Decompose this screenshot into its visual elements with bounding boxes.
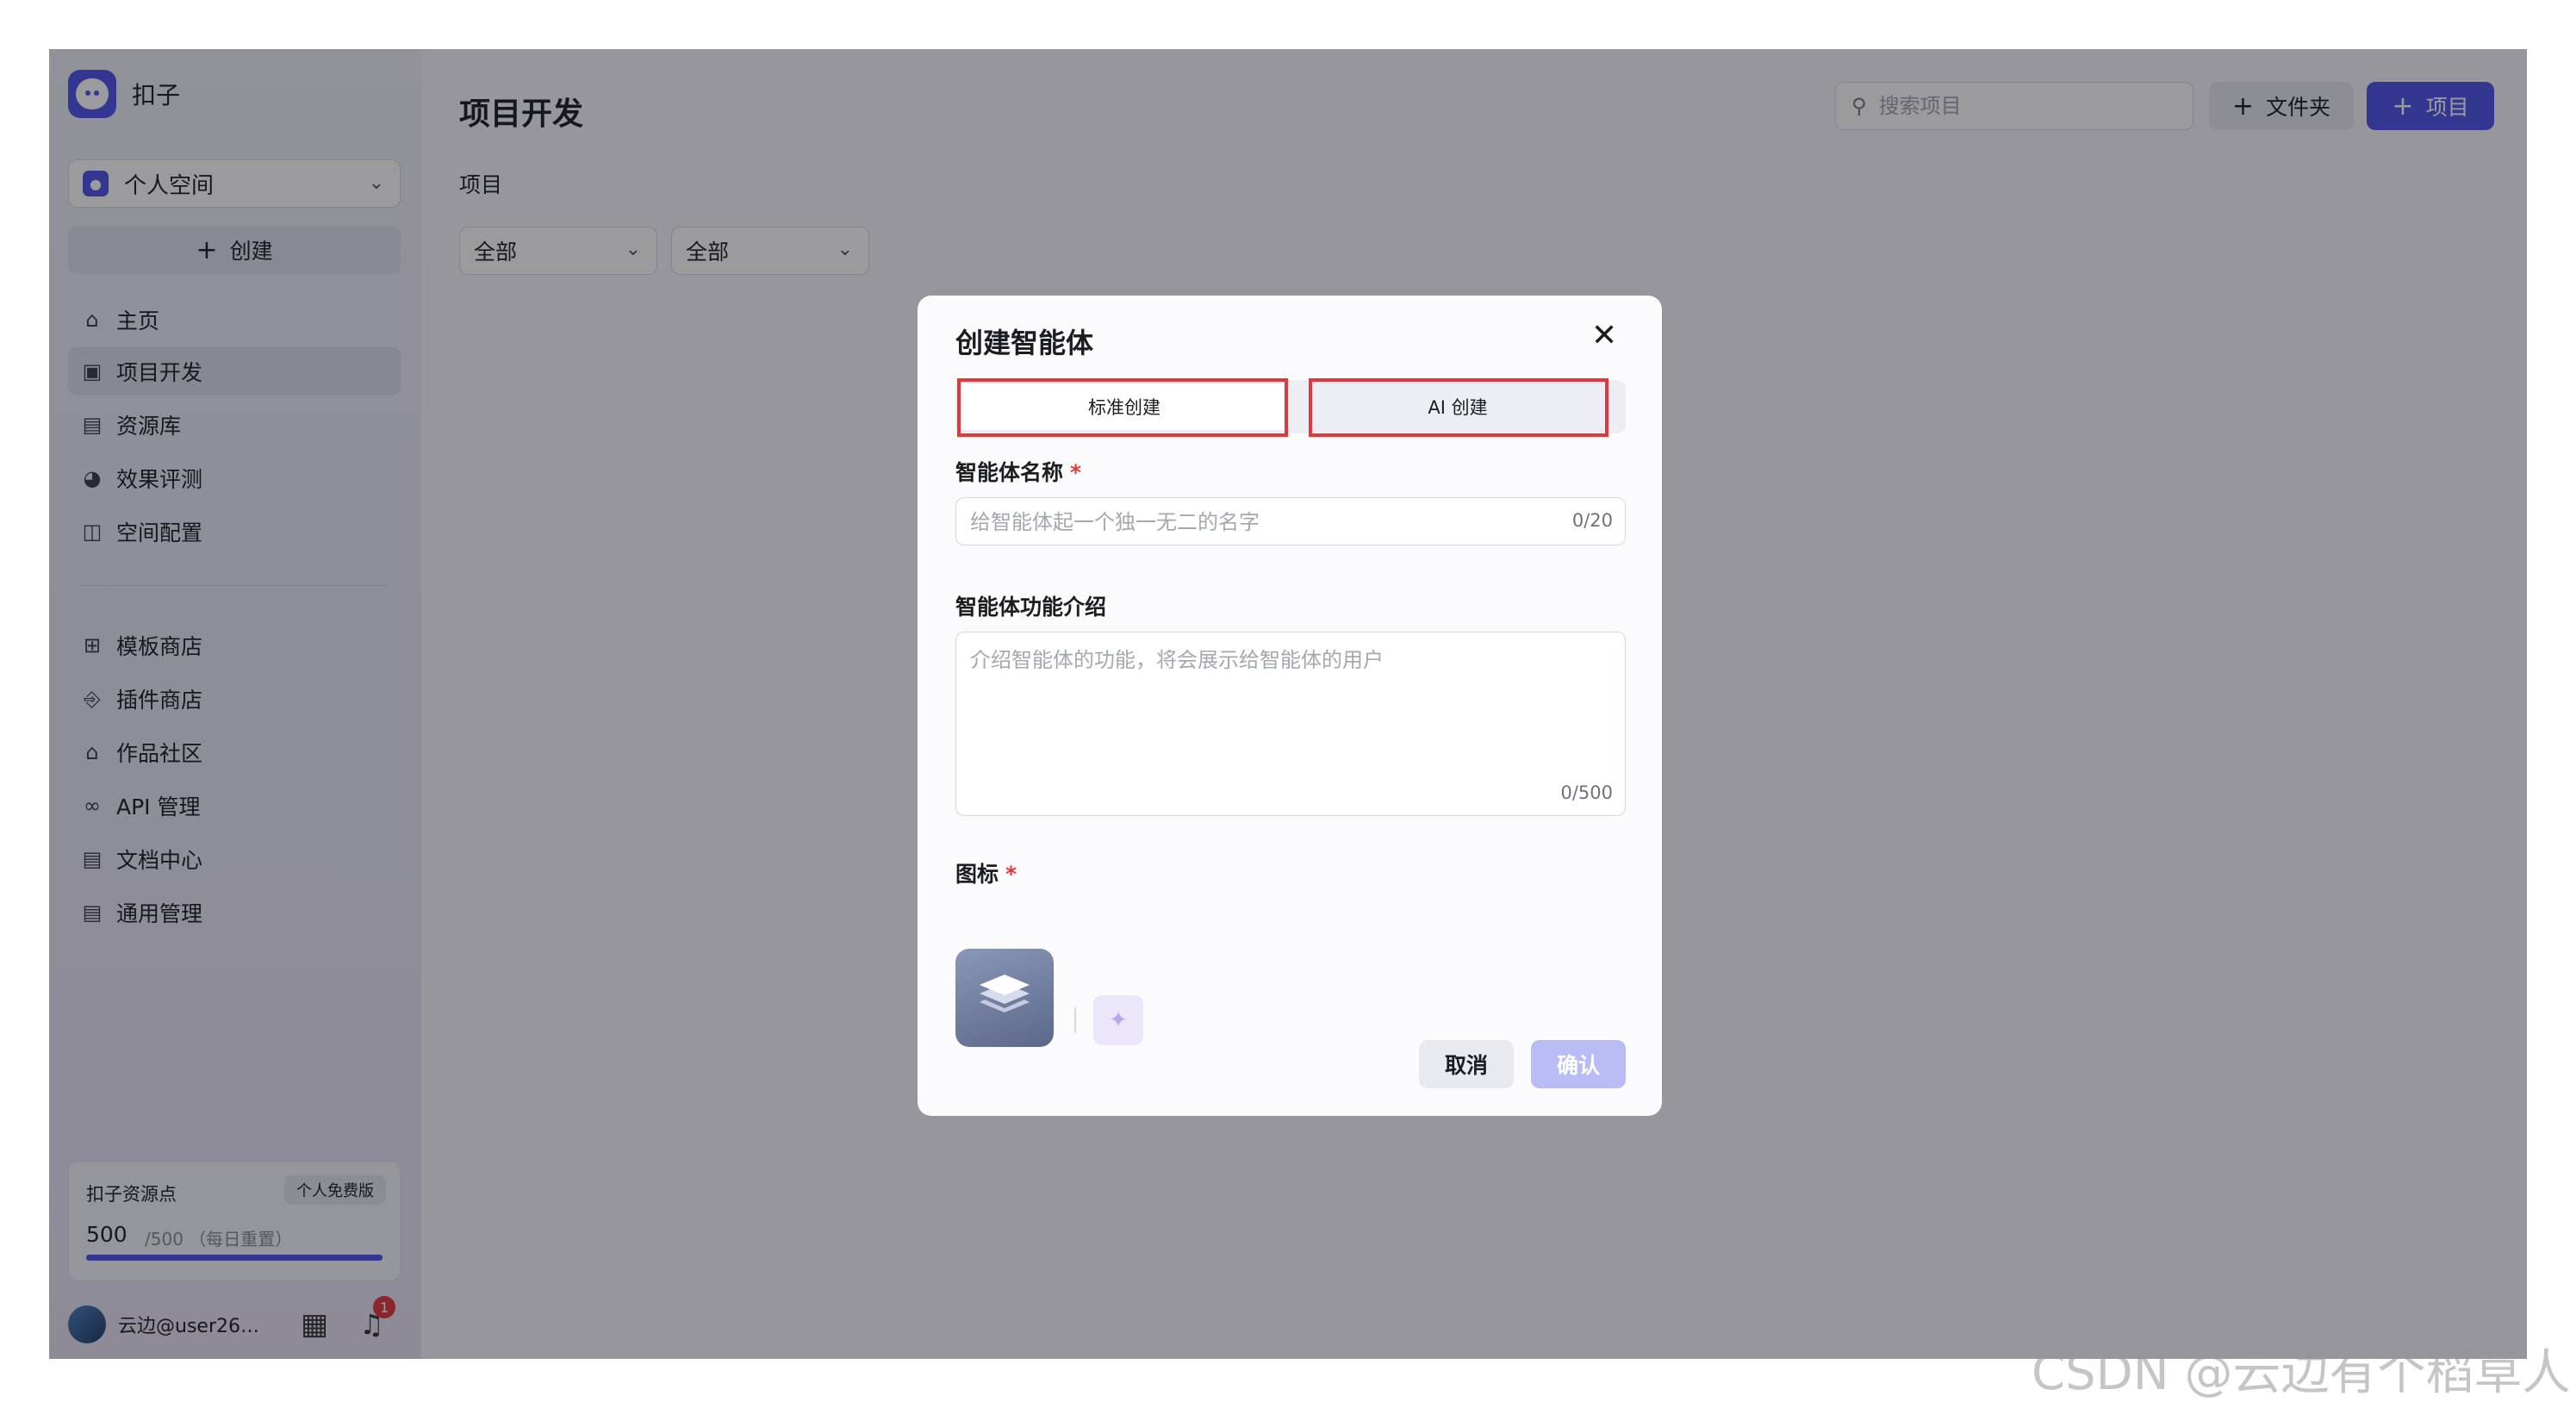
name-label-text: 智能体名称: [955, 460, 1064, 485]
close-icon[interactable]: ✕: [1591, 318, 1617, 353]
cancel-button[interactable]: 取消: [1419, 1040, 1514, 1088]
create-agent-dialog: 创建智能体 ✕ 标准创建 AI 创建 智能体名称* 0/20 智能体功能介绍 0…: [918, 296, 1662, 1116]
app-window: 扣子 ● 个人空间 ⌄ + 创建 ⌂ 主页 ▣ 项目开发 ▤ 资源库 ◕ 效果评…: [49, 49, 2527, 1359]
icon-divider: [1074, 1007, 1076, 1033]
desc-counter: 0/500: [1560, 782, 1613, 803]
highlight-box-standard: [957, 378, 1288, 437]
layers-glyph: [980, 975, 1030, 1012]
desc-label-text: 智能体功能介绍: [955, 595, 1107, 620]
desc-label: 智能体功能介绍: [955, 590, 1106, 621]
ai-generate-icon[interactable]: ✦: [1093, 995, 1143, 1045]
layers-icon[interactable]: [955, 949, 1054, 1047]
dialog-title: 创建智能体: [955, 327, 1094, 359]
confirm-button[interactable]: 确认: [1531, 1040, 1626, 1088]
icon-label: 图标 *: [955, 857, 1017, 888]
required-mark: *: [1005, 862, 1017, 887]
agent-name-field: 0/20: [955, 497, 1626, 546]
icon-label-text: 图标: [955, 862, 999, 887]
agent-desc-field: 0/500: [955, 632, 1626, 816]
required-mark: *: [1070, 460, 1082, 485]
name-label: 智能体名称 *: [955, 456, 1081, 487]
watermark-text: CSDN @云边有个稻草人: [2032, 1345, 2571, 1401]
agent-name-input[interactable]: [968, 498, 1523, 546]
name-counter: 0/20: [1571, 510, 1613, 531]
agent-desc-textarea[interactable]: [968, 641, 1609, 774]
highlight-box-ai: [1309, 378, 1608, 437]
